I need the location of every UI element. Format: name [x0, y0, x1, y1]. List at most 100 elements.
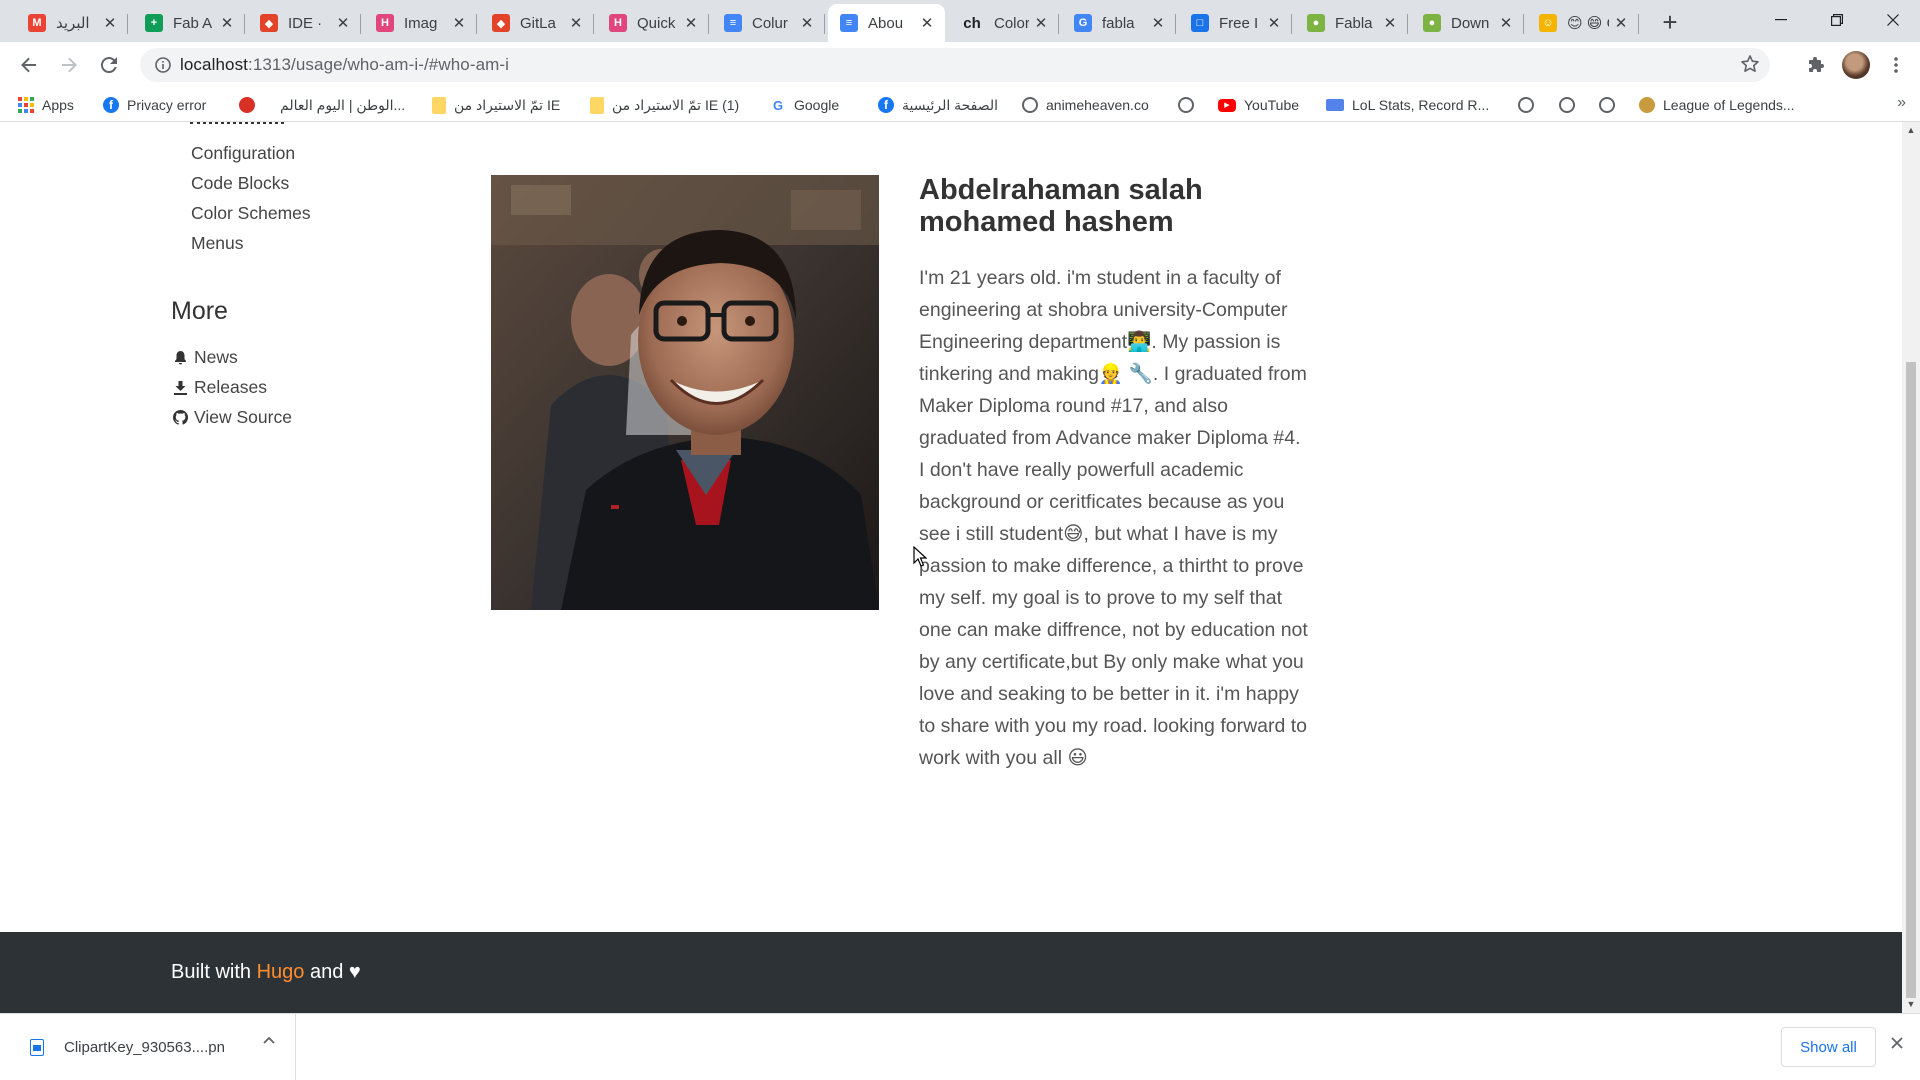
browser-tab[interactable]: ☺ 😊 😄 G✕: [1527, 4, 1639, 42]
bookmark-item[interactable]: [239, 94, 263, 116]
scrollbar-thumb[interactable]: [1906, 362, 1916, 998]
profile-photo: [491, 175, 879, 610]
tab-title: fabla: [1102, 14, 1135, 32]
close-tab-icon[interactable]: ✕: [568, 15, 584, 32]
close-tab-icon[interactable]: ✕: [1613, 15, 1629, 32]
bookmark-item[interactable]: f الصفحة الرئيسية: [878, 94, 998, 116]
bookmark-item[interactable]: f Privacy error: [103, 94, 206, 116]
mouse-cursor-icon: [913, 546, 927, 567]
close-tab-icon[interactable]: ✕: [102, 15, 118, 32]
extensions-puzzle-icon[interactable]: [1800, 49, 1832, 81]
hugo-link[interactable]: Hugo: [257, 961, 305, 983]
bookmark-item[interactable]: animeheaven.co: [1022, 94, 1149, 116]
show-all-button[interactable]: Show all: [1781, 1027, 1876, 1067]
tab-title: Down: [1451, 14, 1490, 32]
apps-icon: [18, 97, 34, 113]
tab-title: Free I: [1219, 14, 1259, 32]
close-icon[interactable]: [1890, 1036, 1904, 1050]
scroll-down-arrow-icon[interactable]: ▼: [1906, 999, 1916, 1009]
doc-icon: ≡: [840, 14, 858, 32]
close-tab-icon[interactable]: ✕: [1033, 15, 1049, 32]
page-scrollbar[interactable]: ▲ ▼: [1902, 122, 1920, 1013]
back-button[interactable]: [13, 49, 45, 81]
gitlab-icon: ◆: [492, 14, 510, 32]
new-tab-plus-icon[interactable]: +: [1656, 7, 1684, 37]
download-item[interactable]: ClipartKey_930563....pn: [0, 1014, 296, 1080]
footer-built-with: Built with: [171, 961, 252, 983]
close-tab-icon[interactable]: ✕: [919, 15, 935, 32]
bookmark-item[interactable]: Apps: [18, 94, 74, 116]
browser-tab[interactable]: M البريد ✕: [16, 4, 128, 42]
download-shelf: ClipartKey_930563....pn Show all: [0, 1013, 1920, 1080]
forward-button[interactable]: [53, 49, 85, 81]
google-icon: G: [1074, 14, 1092, 32]
nav-link-code-blocks[interactable]: Code Blocks: [191, 173, 289, 194]
close-tab-icon[interactable]: ✕: [451, 15, 467, 32]
bookmarks-overflow-button[interactable]: »: [1897, 94, 1906, 112]
browser-tab[interactable]: ◆ IDE · ✕: [248, 4, 361, 42]
lol-icon: [1639, 97, 1655, 113]
scroll-up-arrow-icon[interactable]: ▲: [1906, 125, 1916, 135]
lol-stats-icon: [1326, 99, 1344, 111]
bookmark-item[interactable]: [1559, 94, 1583, 116]
more-link-view-source[interactable]: View Source: [172, 407, 292, 428]
bookmark-item[interactable]: [1178, 94, 1202, 116]
restore-icon[interactable]: [1808, 0, 1866, 40]
profile-avatar[interactable]: [1842, 51, 1870, 79]
browser-tab[interactable]: H Quick ✕: [597, 4, 709, 42]
tab-separator: [593, 14, 594, 34]
tab-separator: [708, 14, 709, 34]
gmail-icon: M: [28, 14, 46, 32]
bookmark-item[interactable]: [1518, 94, 1542, 116]
address-bar[interactable]: localhost:1313/usage/who-am-i-/#who-am-i: [140, 48, 1770, 82]
more-link-releases[interactable]: Releases: [172, 377, 267, 398]
reload-button[interactable]: [93, 49, 125, 81]
close-tab-icon[interactable]: ✕: [1498, 15, 1514, 32]
close-tab-icon[interactable]: ✕: [1382, 15, 1398, 32]
site-footer: Built with Hugo and ♥: [0, 932, 1902, 1013]
chevron-up-icon[interactable]: [263, 1036, 275, 1044]
bookmark-item[interactable]: تمّ الاستيراد من IE: [432, 94, 560, 116]
bookmark-label: الوطن | اليوم العالم...: [280, 96, 406, 113]
minimize-icon[interactable]: [1752, 0, 1810, 40]
bookmark-item[interactable]: LoL Stats, Record R...: [1326, 94, 1489, 116]
browser-tab[interactable]: Gfabla ✕: [1062, 4, 1176, 42]
download-icon: [172, 380, 188, 395]
bookmark-item[interactable]: الوطن | اليوم العالم...: [280, 94, 405, 116]
close-tab-icon[interactable]: ✕: [335, 15, 351, 32]
browser-tab[interactable]: ◆ GitLa ✕: [480, 4, 594, 42]
facebook-icon: f: [103, 97, 119, 113]
nav-link-configuration[interactable]: Configuration: [191, 143, 295, 164]
browser-tab[interactable]: ≡ Colur ✕: [712, 4, 825, 42]
kebab-menu-icon[interactable]: [1880, 49, 1912, 81]
footer-and: and: [309, 961, 344, 983]
browser-tab[interactable]: ● Fabla ✕: [1295, 4, 1408, 42]
bookmark-star-icon[interactable]: [1740, 54, 1760, 79]
bell-icon: [172, 350, 188, 365]
github-icon: [172, 410, 188, 425]
bookmark-item[interactable]: G Google: [770, 94, 839, 116]
window-close-icon[interactable]: [1864, 0, 1920, 40]
bookmark-item[interactable]: تمّ الاستيراد من IE (1): [590, 94, 739, 116]
close-tab-icon[interactable]: ✕: [219, 15, 235, 32]
site-info-icon[interactable]: [146, 57, 180, 73]
nav-link-menus[interactable]: Menus: [191, 233, 244, 254]
bookmark-item[interactable]: ▶ YouTube: [1218, 94, 1299, 116]
nav-link-color-schemes[interactable]: Color Schemes: [191, 203, 311, 224]
browser-tab[interactable]: + Fab A ✕: [133, 4, 245, 42]
fablab-icon: ●: [1307, 14, 1325, 32]
browser-tab[interactable]: ≡ Abou ✕: [828, 4, 945, 42]
browser-tab[interactable]: ● Down ✕: [1411, 4, 1524, 42]
footer-credit: Built with Hugo and ♥: [171, 961, 361, 984]
browser-tab[interactable]: ch Color ✕: [948, 4, 1059, 42]
close-tab-icon[interactable]: ✕: [1266, 15, 1282, 32]
browser-tab[interactable]: H Imag ✕: [364, 4, 477, 42]
close-tab-icon[interactable]: ✕: [683, 15, 699, 32]
close-tab-icon[interactable]: ✕: [799, 15, 815, 32]
tab-title: Quick: [637, 14, 676, 32]
bookmark-item[interactable]: [1599, 94, 1623, 116]
browser-tab[interactable]: □ Free I ✕: [1179, 4, 1292, 42]
more-link-news[interactable]: News: [172, 347, 238, 368]
bookmark-item[interactable]: League of Legends...: [1639, 94, 1795, 116]
close-tab-icon[interactable]: ✕: [1150, 15, 1166, 32]
